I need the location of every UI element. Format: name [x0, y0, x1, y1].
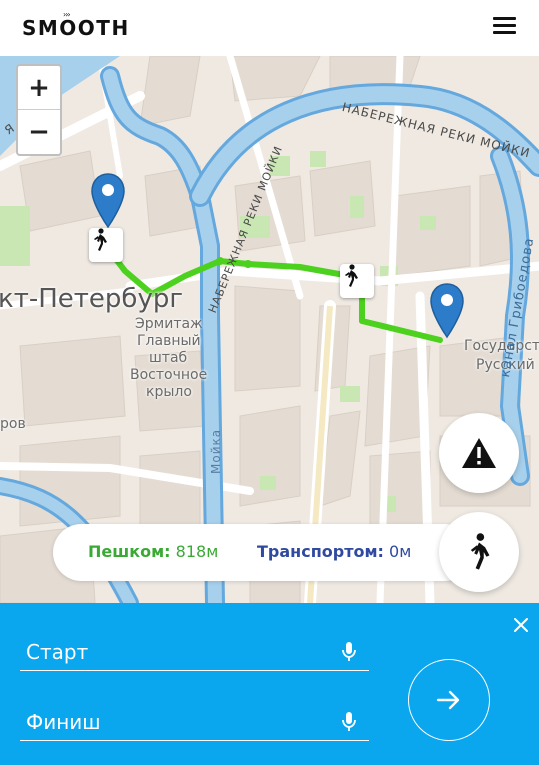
map-label-fragment: ров [0, 416, 26, 432]
walking-person-icon [470, 533, 490, 570]
go-button[interactable] [408, 659, 490, 741]
walking-person-icon [345, 264, 358, 287]
map-label-hermitage: Главный [137, 333, 201, 349]
map-label-hermitage: Восточное [130, 367, 208, 383]
logo-text: SMOOTH [22, 16, 130, 40]
start-pin-icon[interactable] [89, 172, 127, 230]
app-header: ››› SMOOTH [0, 0, 539, 56]
app-root: ››› SMOOTH кт-Петербург Эрмитаж Главный … [0, 0, 539, 765]
microphone-icon[interactable] [341, 711, 357, 733]
transport-distance: Транспортом: 0м [257, 542, 411, 561]
map-label-hermitage: штаб [149, 350, 188, 366]
report-issue-button[interactable] [439, 413, 519, 493]
start-input[interactable] [26, 637, 326, 667]
walking-person-icon [94, 228, 107, 251]
route-stats: Пешком: 818м Транспортом: 0м [53, 524, 473, 581]
walk-segment-marker[interactable] [89, 228, 123, 262]
arrow-right-icon [436, 690, 460, 710]
finish-field [20, 701, 369, 741]
finish-input[interactable] [26, 707, 326, 737]
warning-icon [462, 438, 496, 468]
transport-distance-label: Транспортом: [257, 542, 384, 561]
zoom-control: + − [16, 64, 62, 156]
walk-segment-marker[interactable] [340, 264, 374, 298]
map-label-hermitage: Эрмитаж [135, 316, 203, 332]
walk-distance-value: 818м [175, 542, 219, 561]
zoom-in-button[interactable]: + [18, 66, 60, 110]
map-label-hermitage: крыло [146, 384, 192, 400]
walk-distance-label: Пешком: [88, 542, 171, 561]
transport-distance-value: 0м [389, 542, 412, 561]
hamburger-menu-icon[interactable] [489, 12, 521, 40]
walk-mode-button[interactable] [439, 512, 519, 592]
route-input-panel [0, 603, 539, 765]
app-logo[interactable]: ››› SMOOTH [22, 8, 142, 48]
walk-distance: Пешком: 818м [88, 542, 218, 561]
microphone-icon[interactable] [341, 641, 357, 663]
map-label-city: кт-Петербург [0, 284, 184, 314]
close-icon[interactable] [511, 615, 531, 635]
finish-pin-icon[interactable] [428, 282, 466, 340]
street-label-moika: Мойка [209, 428, 223, 474]
zoom-out-button[interactable]: − [18, 110, 60, 154]
start-field [20, 631, 369, 671]
